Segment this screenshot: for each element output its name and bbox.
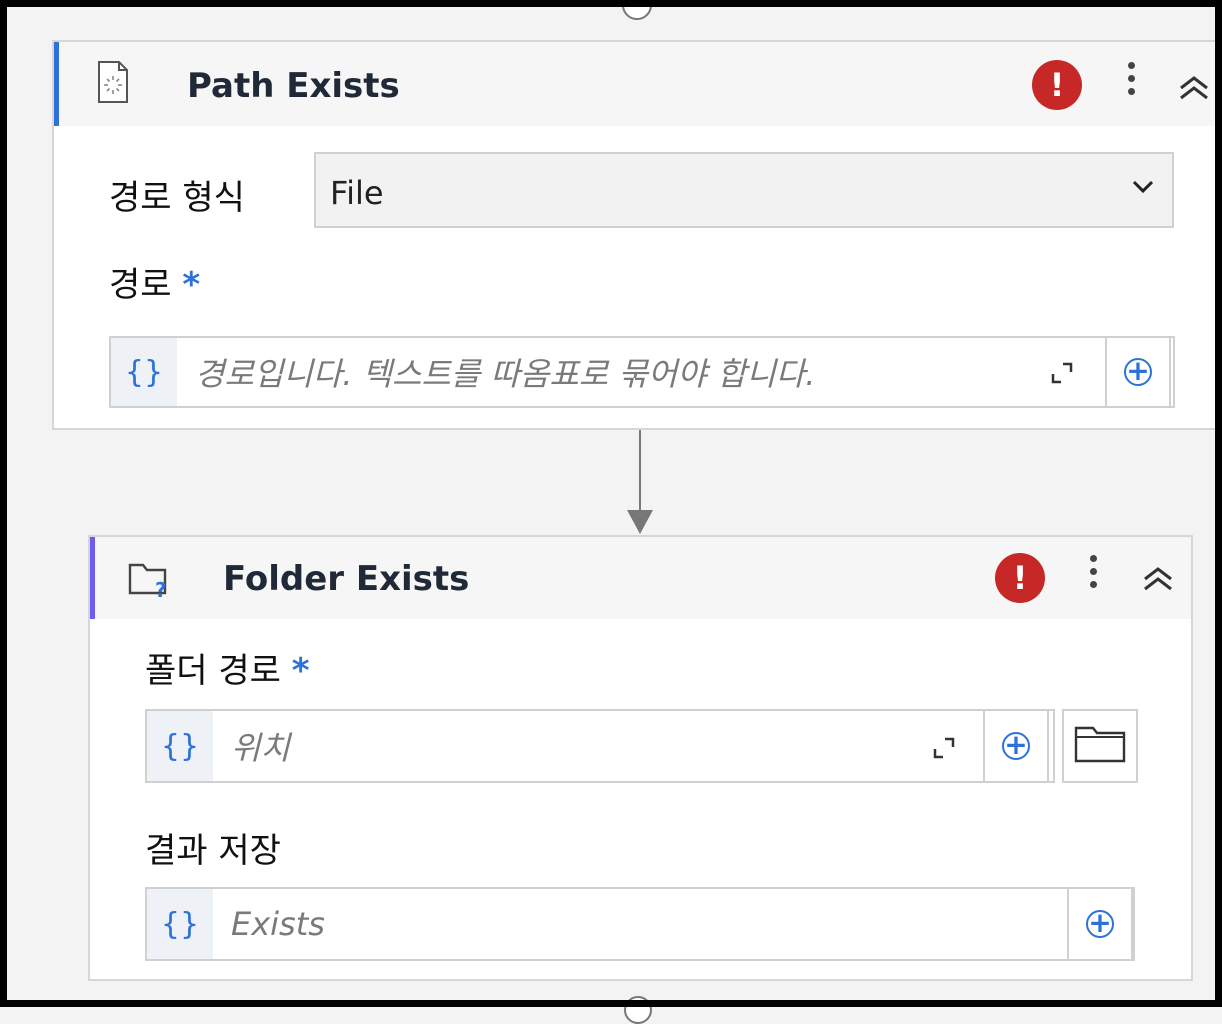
path-label: 경로 * (109, 257, 200, 306)
folder-icon (1073, 724, 1127, 768)
folder-path-input[interactable]: {} 위치 + (145, 709, 1055, 783)
path-input[interactable]: {} 경로입니다. 텍스트를 따옴표로 묶어야 합니다. + (109, 336, 1175, 408)
more-options-icon[interactable] (1126, 56, 1136, 106)
required-mark: * (291, 651, 310, 691)
expression-braces-icon: {} (111, 338, 177, 406)
save-result-label: 결과 저장 (145, 831, 281, 871)
error-icon[interactable]: ! (995, 553, 1045, 603)
path-type-select[interactable]: File (314, 152, 1174, 228)
save-result-placeholder: Exists (231, 905, 325, 943)
add-variable-button[interactable]: + (1105, 336, 1171, 408)
expand-icon[interactable] (1051, 362, 1073, 384)
plus-icon: + (1086, 909, 1114, 938)
path-exists-header[interactable]: Path Exists ! (54, 42, 1222, 126)
connector-dot-bottom (624, 996, 652, 1024)
expression-braces-icon: {} (147, 889, 213, 959)
plus-icon: + (1124, 357, 1152, 386)
svg-text:?: ? (155, 578, 167, 599)
folder-path-label-text: 폴더 경로 (145, 651, 281, 691)
folder-path-label: 폴더 경로 * (145, 643, 310, 692)
plus-icon: + (1002, 731, 1030, 760)
save-result-input[interactable]: {} Exists + (145, 887, 1135, 961)
more-options-icon[interactable] (1088, 549, 1098, 599)
path-type-value: File (330, 174, 384, 212)
folder-path-placeholder: 위치 (231, 729, 290, 767)
folder-exists-header[interactable]: ? Folder Exists ! (90, 537, 1191, 619)
connector-dot-top (622, 0, 652, 20)
path-label-text: 경로 (109, 265, 172, 305)
path-exists-title: Path Exists (187, 66, 400, 106)
document-icon (97, 60, 129, 108)
folder-exists-title: Folder Exists (223, 559, 470, 599)
folder-exists-card: ? Folder Exists ! 폴더 경로 * {} 위치 + 결과 저장 … (88, 535, 1193, 981)
add-variable-button[interactable]: + (983, 709, 1049, 783)
required-mark: * (182, 265, 201, 305)
collapse-icon[interactable] (1177, 72, 1211, 106)
folder-question-icon: ? (127, 559, 171, 603)
error-icon[interactable]: ! (1032, 60, 1082, 110)
add-variable-button[interactable]: + (1067, 887, 1133, 961)
browse-folder-button[interactable] (1062, 709, 1138, 783)
expression-braces-icon: {} (147, 711, 213, 781)
chevron-down-icon (1130, 178, 1156, 200)
path-exists-card: Path Exists ! 경로 형식 File 경로 * {} 경로입니다. … (52, 40, 1222, 430)
path-type-label: 경로 형식 (109, 178, 245, 218)
expand-icon[interactable] (933, 737, 955, 759)
flow-connector-arrow (627, 430, 653, 534)
collapse-icon[interactable] (1141, 563, 1175, 597)
path-placeholder: 경로입니다. 텍스트를 따옴표로 묶어야 합니다. (195, 355, 816, 393)
